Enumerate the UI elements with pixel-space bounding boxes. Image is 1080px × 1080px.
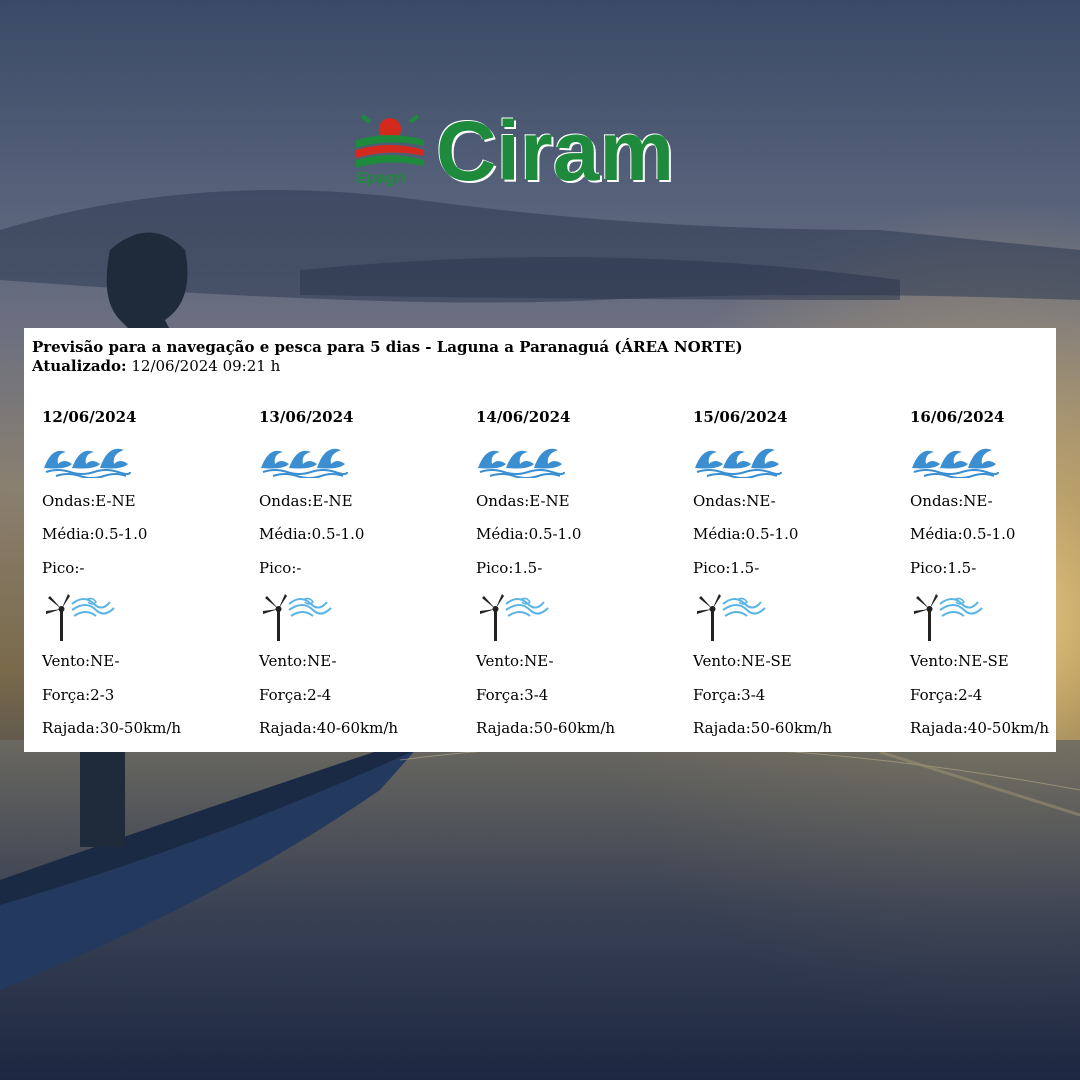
- wind-turbine-icon: [697, 594, 766, 641]
- waves-average: Média:0.5-1.0: [910, 525, 1016, 543]
- waves-average: Média:0.5-1.0: [476, 525, 582, 543]
- wind-gust: Rajada:50-60km/h: [476, 719, 616, 737]
- waves-icon: [478, 448, 565, 478]
- wind-direction: Vento:NE-: [476, 652, 554, 670]
- day-forecast-column-5: 16/06/2024 Ondas:NE- Média:0.5-1.0 Pico:…: [910, 406, 1080, 746]
- day-date: 13/06/2024: [259, 408, 354, 426]
- wind-direction: Vento:NE-SE: [693, 652, 792, 670]
- waves-direction: Ondas:E-NE: [42, 492, 136, 510]
- wind-force: Força:2-4: [259, 686, 332, 704]
- day-date: 12/06/2024: [42, 408, 137, 426]
- wind-gust: Rajada:40-60km/h: [259, 719, 399, 737]
- wind-force: Força:3-4: [476, 686, 549, 704]
- day-date: 15/06/2024: [693, 408, 788, 426]
- waves-icon: [44, 448, 131, 478]
- wind-gust: Rajada:30-50km/h: [42, 719, 182, 737]
- updated-label: Atualizado:: [32, 357, 127, 375]
- waves-direction: Ondas:E-NE: [259, 492, 353, 510]
- day-date: 14/06/2024: [476, 408, 571, 426]
- wind-force: Força:2-3: [42, 686, 115, 704]
- epagri-label: Epagri: [356, 170, 406, 187]
- wind-turbine-icon: [914, 594, 983, 641]
- waves-peak: Pico:-: [259, 559, 302, 577]
- waves-peak: Pico:1.5-: [476, 559, 543, 577]
- wind-gust: Rajada:40-50km/h: [910, 719, 1050, 737]
- ciram-logo: Epagri Ciram: [352, 106, 732, 196]
- day-date: 16/06/2024: [910, 408, 1005, 426]
- updated-value: 12/06/2024 09:21 h: [131, 357, 281, 375]
- forecast-panel: Previsão para a navegação e pesca para 5…: [24, 328, 1056, 752]
- updated-line: Atualizado: 12/06/2024 09:21 h: [32, 357, 280, 375]
- waves-icon: [261, 448, 348, 478]
- forecast-title: Previsão para a navegação e pesca para 5…: [32, 338, 743, 356]
- ciram-brand-text: Ciram: [436, 104, 675, 198]
- waves-average: Média:0.5-1.0: [259, 525, 365, 543]
- wind-force: Força:3-4: [693, 686, 766, 704]
- waves-icon: [912, 448, 999, 478]
- wind-direction: Vento:NE-: [42, 652, 120, 670]
- wind-force: Força:2-4: [910, 686, 983, 704]
- day-forecast-column-3: 14/06/2024 Ondas:E-NE Média:0.5-1.0 Pico…: [476, 406, 686, 746]
- waves-direction: Ondas:E-NE: [476, 492, 570, 510]
- day-forecast-column-4: 15/06/2024 Ondas:NE- Média:0.5-1.0 Pico:…: [693, 406, 903, 746]
- waves-peak: Pico:1.5-: [693, 559, 760, 577]
- wind-turbine-icon: [480, 594, 549, 641]
- wind-turbine-icon: [263, 594, 332, 641]
- wind-direction: Vento:NE-SE: [910, 652, 1009, 670]
- waves-average: Média:0.5-1.0: [693, 525, 799, 543]
- wind-turbine-icon: [46, 594, 115, 641]
- waves-icon: [695, 448, 782, 478]
- wind-gust: Rajada:50-60km/h: [693, 719, 833, 737]
- waves-peak: Pico:-: [42, 559, 85, 577]
- day-forecast-column-2: 13/06/2024 Ondas:E-NE Média:0.5-1.0 Pico…: [259, 406, 469, 746]
- waves-peak: Pico:1.5-: [910, 559, 977, 577]
- day-forecast-column-1: 12/06/2024 Ondas:E-NE Média:0.5-1.0 Pico…: [42, 406, 252, 746]
- waves-direction: Ondas:NE-: [693, 492, 776, 510]
- waves-direction: Ondas:NE-: [910, 492, 993, 510]
- wind-direction: Vento:NE-: [259, 652, 337, 670]
- waves-average: Média:0.5-1.0: [42, 525, 148, 543]
